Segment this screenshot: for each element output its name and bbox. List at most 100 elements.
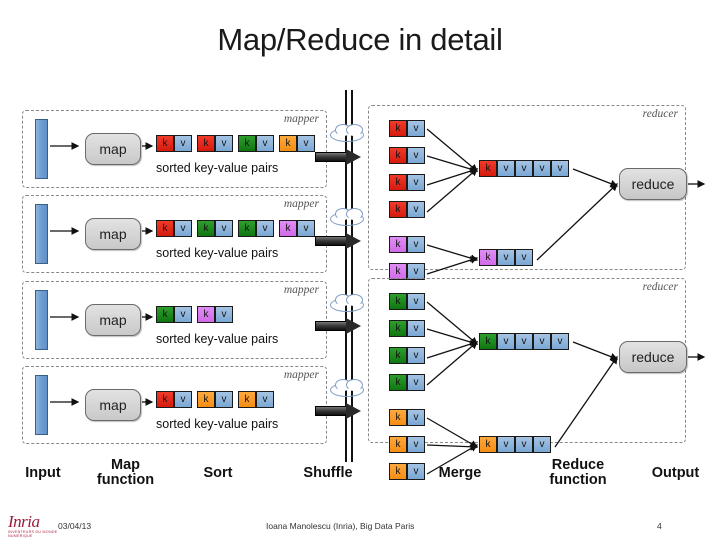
key-value-pair: kv xyxy=(156,220,192,237)
reduce-function-box[interactable]: reduce xyxy=(619,168,687,200)
sorted-pairs-row: kvkvkvkv xyxy=(156,220,315,237)
value-cell: v xyxy=(297,220,315,237)
sorted-pairs-caption: sorted key-value pairs xyxy=(156,246,279,260)
inria-logo-tagline: INVENTEURS DU MONDE NUMÉRIQUE xyxy=(8,530,58,538)
input-split-bar xyxy=(35,204,48,264)
value-cell: v xyxy=(174,220,192,237)
reduce-function-box[interactable]: reduce xyxy=(619,341,687,373)
mapper-label: mapper xyxy=(283,284,319,296)
merged-value-cell: v xyxy=(515,436,533,453)
mapper-container: mapper map k v k v k v k v sorted key-value pairs xyxy=(22,110,327,188)
reducer-label: reducer xyxy=(642,108,678,120)
flow-arrow-icon xyxy=(50,312,86,322)
stage-label-shuffle: Shuffle xyxy=(278,466,378,481)
shuffle-arrow-icon xyxy=(315,403,361,419)
merged-group: kvvvv xyxy=(479,160,569,177)
key-cell: k xyxy=(389,463,407,480)
map-function-box[interactable]: map xyxy=(85,133,141,165)
key-cell: k xyxy=(389,320,407,337)
value-cell: v xyxy=(256,135,274,152)
merged-value-cell: v xyxy=(497,249,515,266)
incoming-pair: kv xyxy=(389,436,425,453)
key-cell: k xyxy=(389,293,407,310)
stage-label-map: Map function xyxy=(78,458,173,488)
value-cell: v xyxy=(407,293,425,310)
input-split-bar xyxy=(35,290,48,350)
mapper-container: mapper map k v k v sorted key-value pairs xyxy=(22,281,327,359)
sorted-pairs-row: kvkvkv xyxy=(156,391,274,408)
merged-value-cell: v xyxy=(497,333,515,350)
merged-value-cell: v xyxy=(515,160,533,177)
shuffle-arrow-icon xyxy=(315,149,361,165)
key-cell: k xyxy=(156,391,174,408)
key-cell: k xyxy=(197,135,215,152)
incoming-pair: kv xyxy=(389,320,425,337)
key-value-pair: kv xyxy=(389,409,425,426)
merged-value-cell: v xyxy=(551,333,569,350)
merged-key-cell: k xyxy=(479,160,497,177)
key-value-pair: kv xyxy=(279,135,315,152)
value-cell: v xyxy=(407,201,425,218)
mapper-label: mapper xyxy=(283,113,319,125)
incoming-pair: kv xyxy=(389,120,425,137)
key-cell: k xyxy=(389,436,407,453)
merged-key-cell: k xyxy=(479,436,497,453)
flow-arrow-icon xyxy=(554,355,623,451)
key-cell: k xyxy=(156,306,174,323)
stage-label-merge: Merge xyxy=(420,466,500,481)
flow-arrow-icon xyxy=(536,182,623,264)
key-cell: k xyxy=(156,135,174,152)
incoming-pair: kv xyxy=(389,374,425,391)
stage-label-line2: function xyxy=(96,472,155,488)
footer-page: 4 xyxy=(657,521,662,531)
mapper-label: mapper xyxy=(283,369,319,381)
value-cell: v xyxy=(174,135,192,152)
key-value-pair: kv xyxy=(389,347,425,364)
value-cell: v xyxy=(174,391,192,408)
flow-arrow-icon xyxy=(50,141,86,151)
map-function-box[interactable]: map xyxy=(85,304,141,336)
key-value-pair: kv xyxy=(238,220,274,237)
key-cell: k xyxy=(389,374,407,391)
value-cell: v xyxy=(256,220,274,237)
value-cell: v xyxy=(407,436,425,453)
value-cell: v xyxy=(407,409,425,426)
key-value-pair: kv xyxy=(389,293,425,310)
flow-arrow-icon xyxy=(426,340,481,387)
merged-value-cell: v xyxy=(533,160,551,177)
network-cloud-icon xyxy=(330,208,364,226)
incoming-pair: kv xyxy=(389,347,425,364)
flow-arrow-icon xyxy=(688,352,712,362)
value-cell: v xyxy=(407,320,425,337)
input-split-bar xyxy=(35,375,48,435)
network-cloud-icon xyxy=(330,379,364,397)
stage-label-line1: Sort xyxy=(203,465,233,481)
map-function-box[interactable]: map xyxy=(85,218,141,250)
key-value-pair: kv xyxy=(156,135,192,152)
value-cell: v xyxy=(174,306,192,323)
merged-value-cell: v xyxy=(533,333,551,350)
slide: Map/Reduce in detail mapper map k v k v k v k v so… xyxy=(0,0,720,540)
key-cell: k xyxy=(389,347,407,364)
mapper-container: mapper map k v k v k v k v sorted key-value pairs xyxy=(22,195,327,273)
merged-group: kvvvv xyxy=(479,333,569,350)
key-value-pair: kv xyxy=(389,147,425,164)
key-value-pair: kv xyxy=(197,306,233,323)
merged-key-cell: k xyxy=(479,249,497,266)
key-value-pair: kv xyxy=(197,135,233,152)
value-cell: v xyxy=(256,391,274,408)
value-cell: v xyxy=(215,135,233,152)
reducer-container: reducer k v k v k v k v k v v v v k v k v k v k v v v reduce xyxy=(368,278,706,480)
key-value-pair: kv xyxy=(197,220,233,237)
reducer-container: reducer k v k v k v k v k v v v v k v k v k v v reduce xyxy=(368,105,706,280)
sorted-pairs-row: kvkv xyxy=(156,306,233,323)
page-title: Map/Reduce in detail xyxy=(217,22,503,57)
map-function-box[interactable]: map xyxy=(85,389,141,421)
key-cell: k xyxy=(279,135,297,152)
key-value-pair: kv xyxy=(389,201,425,218)
key-cell: k xyxy=(389,236,407,253)
key-cell: k xyxy=(197,220,215,237)
flow-arrow-icon xyxy=(50,397,86,407)
merged-group: kvvv xyxy=(479,436,551,453)
sorted-pairs-caption: sorted key-value pairs xyxy=(156,332,279,346)
